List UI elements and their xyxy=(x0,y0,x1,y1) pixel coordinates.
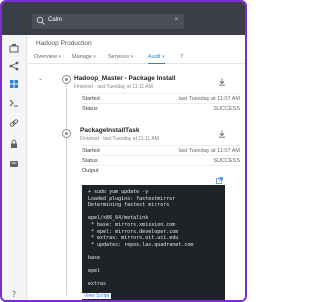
row-key: Output xyxy=(82,168,99,174)
task-title: PackageInstallTask xyxy=(80,127,140,134)
console-line: * epel: mirrors.developer.com xyxy=(88,228,179,235)
task-title: Hadoop_Master - Package Install xyxy=(74,75,176,82)
detail-row: Started last Tuesday at 11:07 AM xyxy=(82,93,240,103)
share-icon[interactable] xyxy=(9,61,19,71)
left-icon-rail: ? xyxy=(2,35,27,300)
collapse-caret-icon[interactable]: ⌄ xyxy=(38,75,43,82)
task-subtitle: Finished · last Tuesday at 11:11 AM xyxy=(80,136,159,142)
app-window: Calm ✕ ? Hadoop Production Overview ▾ Ma… xyxy=(0,0,247,302)
main-panel: Hadoop Production Overview ▾ Manage ▾ Se… xyxy=(28,35,245,300)
open-external-icon[interactable] xyxy=(216,177,223,184)
tab-label: Manage xyxy=(72,54,92,60)
row-value: SUCCESS xyxy=(213,106,240,112)
script-output-console: + sudo yum update -y Loaded plugins: fast… xyxy=(82,185,225,300)
download-icon[interactable] xyxy=(218,130,226,138)
console-line: Determining fastest mirrors xyxy=(88,202,170,209)
terminal-icon[interactable] xyxy=(9,98,19,108)
lock-icon[interactable] xyxy=(9,139,19,149)
console-line: * extras: mirrors.oit.uci.edu xyxy=(88,235,179,242)
console-line: extras xyxy=(88,281,107,288)
search-input[interactable]: Calm ✕ xyxy=(32,14,184,29)
link-icon[interactable] xyxy=(9,118,19,128)
tab-help[interactable]: ? xyxy=(180,54,183,60)
row-key: Started xyxy=(82,148,100,154)
chevron-down-icon: ▾ xyxy=(130,54,134,60)
timeline-node-icon xyxy=(62,129,71,138)
chevron-down-icon: ▾ xyxy=(58,54,61,60)
tab-manage[interactable]: Manage ▾ xyxy=(72,54,96,60)
row-key: Status xyxy=(82,106,98,112)
console-line: Loaded plugins: fastestmirror xyxy=(88,195,176,202)
top-bar: Calm ✕ xyxy=(2,2,245,35)
audit-timeline xyxy=(66,75,67,295)
row-key: Status xyxy=(82,158,98,164)
console-line: epel/x86_64/metalink xyxy=(88,215,149,222)
console-line: * base: mirrors.xmission.com xyxy=(88,221,176,228)
settings-icon[interactable] xyxy=(9,159,19,169)
tab-label: ? xyxy=(180,54,184,60)
search-icon xyxy=(36,16,46,26)
apps-icon[interactable] xyxy=(9,79,19,89)
detail-row: Status SUCCESS xyxy=(82,103,240,113)
tab-audit[interactable]: Audit ▾ xyxy=(148,54,165,64)
row-key: Started xyxy=(82,96,100,102)
dashboard-icon[interactable] xyxy=(9,43,19,53)
tab-overview[interactable]: Overview ▾ xyxy=(34,54,61,60)
console-line: + sudo yum update -y xyxy=(88,189,149,195)
console-line: epel xyxy=(88,268,101,275)
svg-text:?: ? xyxy=(12,290,16,299)
tab-label: Overview xyxy=(34,54,57,60)
chevron-down-icon: ▾ xyxy=(93,54,96,60)
clear-search-icon[interactable]: ✕ xyxy=(174,16,179,23)
detail-row: Started last Tuesday at 11:07 AM xyxy=(82,145,240,155)
tab-label: Services xyxy=(108,54,130,60)
row-value: SUCCESS xyxy=(213,158,240,164)
tab-label: Audit xyxy=(148,54,161,60)
console-line: base xyxy=(88,254,101,261)
row-value: last Tuesday at 11:07 AM xyxy=(178,148,240,154)
search-value: Calm xyxy=(48,17,63,23)
view-script-link[interactable]: View Script xyxy=(82,293,111,299)
timeline-node-icon xyxy=(62,75,71,84)
detail-row: Status SUCCESS xyxy=(82,155,240,165)
tab-services[interactable]: Services ▾ xyxy=(108,54,133,60)
console-line: * updates: repos.lax.quadranet.com xyxy=(88,241,194,248)
detail-row: Output xyxy=(82,165,240,175)
tab-bar: Overview ▾ Manage ▾ Services ▾ Audit ▾ ? xyxy=(28,52,245,64)
breadcrumb: Hadoop Production xyxy=(36,40,92,47)
task-subtitle: Finished · last Tuesday at 11:11 AM xyxy=(74,84,153,90)
row-value: last Tuesday at 11:07 AM xyxy=(178,96,240,102)
chevron-down-icon: ▾ xyxy=(162,54,165,60)
help-icon[interactable]: ? xyxy=(9,289,19,299)
download-icon[interactable] xyxy=(218,78,226,86)
